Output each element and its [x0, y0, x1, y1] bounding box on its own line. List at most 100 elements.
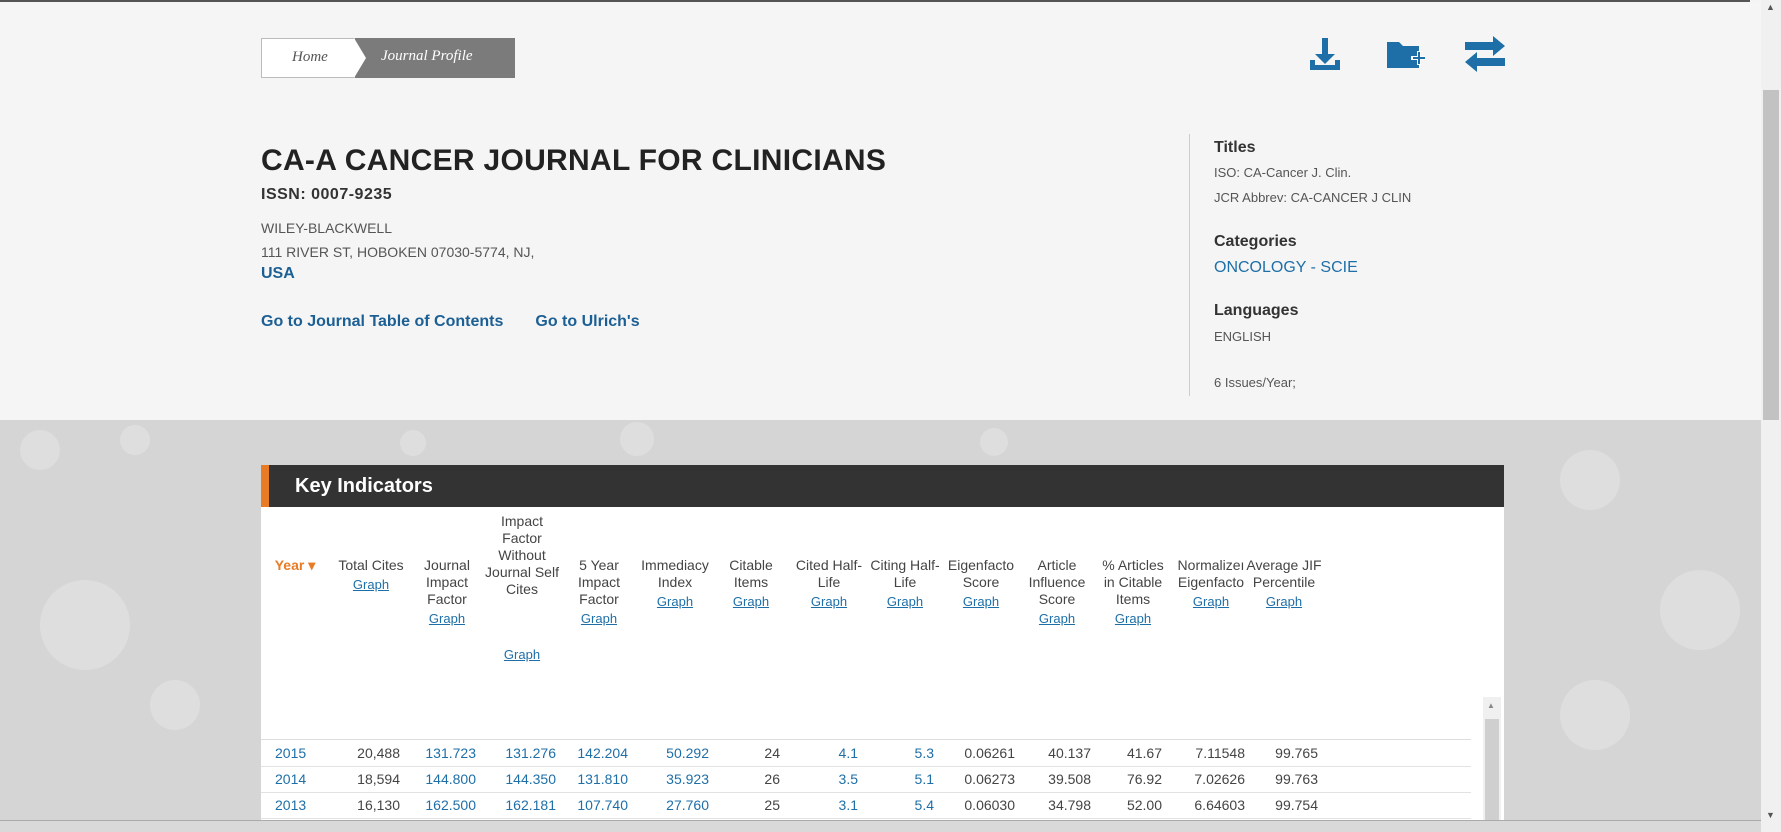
- table-cell: 0.06030: [964, 797, 1015, 813]
- column-header-label: Impact Factor Without Journal Self Cites: [485, 513, 559, 597]
- taskbar-strip: [0, 820, 1761, 832]
- journal-header-panel: Home Journal Profile CA-A CANCER JOURNAL…: [0, 2, 1761, 420]
- scroll-up-arrow-icon[interactable]: ▲: [1766, 2, 1775, 12]
- table-cell: 20,488: [357, 745, 400, 761]
- table-cell: 7.02626: [1194, 771, 1245, 787]
- toolbar: [1300, 36, 1510, 80]
- graph-link[interactable]: Graph: [941, 593, 1021, 610]
- table-cell[interactable]: 131.276: [476, 745, 556, 761]
- column-header-1: Total Cites Graph: [336, 557, 406, 593]
- table-cell: 39.508: [1048, 771, 1091, 787]
- table-cell: 34.798: [1048, 797, 1091, 813]
- graph-link[interactable]: Graph: [1098, 610, 1168, 627]
- table-cell: 52.00: [1126, 797, 1162, 813]
- table-cell[interactable]: 107.740: [548, 797, 628, 813]
- column-header-12: Normalizeı Eigenfacto Graph: [1171, 557, 1251, 610]
- table-cell[interactable]: 27.760: [629, 797, 709, 813]
- table-cell[interactable]: 5.4: [854, 797, 934, 813]
- table-cell[interactable]: 3.1: [778, 797, 858, 813]
- table-scroll-thumb[interactable]: [1485, 719, 1499, 832]
- header-separator: [261, 739, 1471, 740]
- table-cell[interactable]: 35.923: [629, 771, 709, 787]
- table-cell: 25: [764, 797, 780, 813]
- table-row: 2014 18,594 144.800 144.350 131.810 35.923 26 3…: [261, 767, 1471, 793]
- column-header-2: Journal Impact Factor Graph: [412, 557, 482, 627]
- table-cell[interactable]: 144.800: [396, 771, 476, 787]
- graph-link[interactable]: Graph: [1171, 593, 1251, 610]
- table-cell[interactable]: 4.1: [778, 745, 858, 761]
- table-cell: 16,130: [357, 797, 400, 813]
- table-scrollbar[interactable]: ▲: [1483, 697, 1501, 832]
- table-cell: 99.754: [1275, 797, 1318, 813]
- page-scrollbar[interactable]: ▲ ▼: [1761, 0, 1781, 832]
- categories-heading: Categories: [1214, 233, 1297, 250]
- column-header-7: Cited Half-Life Graph: [794, 557, 864, 610]
- journal-publisher: WILEY-BLACKWELL: [261, 220, 392, 236]
- table-cell: 26: [764, 771, 780, 787]
- scroll-up-icon[interactable]: ▲: [1487, 701, 1495, 710]
- table-cell[interactable]: 3.5: [778, 771, 858, 787]
- column-header-3: Impact Factor Without Journal Self Cites…: [482, 513, 562, 663]
- column-header-13: Average JIF Percentile Graph: [1244, 557, 1324, 610]
- graph-link[interactable]: Graph: [482, 646, 562, 663]
- column-header-9: Eigenfacto Score Graph: [941, 557, 1021, 610]
- column-header-label: Cited Half-Life: [795, 557, 863, 590]
- table-cell[interactable]: 5.1: [854, 771, 934, 787]
- column-header-4: 5 Year Impact Factor Graph: [564, 557, 634, 627]
- journal-title: CA-A CANCER JOURNAL FOR CLINICIANS: [261, 144, 887, 177]
- add-folder-icon[interactable]: [1380, 38, 1430, 78]
- column-header-10: Article Influence Score Graph: [1017, 557, 1097, 627]
- page-scroll-thumb[interactable]: [1763, 90, 1779, 420]
- table-cell: 99.763: [1275, 771, 1318, 787]
- table-cell[interactable]: 144.350: [476, 771, 556, 787]
- table-cell[interactable]: 131.723: [396, 745, 476, 761]
- column-header-label: Immediacy Index: [641, 557, 709, 590]
- column-header-label: Eigenfacto Score: [947, 557, 1015, 590]
- column-header-0[interactable]: Year ▾: [265, 557, 325, 574]
- journal-toc-link[interactable]: Go to Journal Table of Contents: [261, 313, 503, 331]
- side-divider: [1189, 134, 1190, 396]
- table-cell[interactable]: 162.500: [396, 797, 476, 813]
- table-cell[interactable]: 131.810: [548, 771, 628, 787]
- compare-icon[interactable]: [1460, 36, 1510, 80]
- column-header-label: Year ▾: [274, 557, 316, 573]
- column-header-label: Normalizeı Eigenfacto: [1177, 557, 1245, 590]
- graph-link[interactable]: Graph: [870, 593, 940, 610]
- table-cell[interactable]: 50.292: [629, 745, 709, 761]
- scroll-down-arrow-icon[interactable]: ▼: [1766, 810, 1775, 820]
- table-cell: 99.765: [1275, 745, 1318, 761]
- graph-link[interactable]: Graph: [1244, 593, 1324, 610]
- graph-link[interactable]: Graph: [716, 593, 786, 610]
- table-cell: 0.06261: [964, 745, 1015, 761]
- table-cell: 41.67: [1126, 745, 1162, 761]
- journal-links: Go to Journal Table of Contents Go to Ul…: [261, 313, 640, 331]
- ulrich-link[interactable]: Go to Ulrich's: [535, 313, 639, 331]
- table-cell: 76.92: [1126, 771, 1162, 787]
- category-link[interactable]: ONCOLOGY - SCIE: [1214, 259, 1358, 277]
- iso-title: ISO: CA-Cancer J. Clin.: [1214, 165, 1352, 180]
- key-indicators-panel: Key Indicators Year ▾ Total Cites Graph Jou…: [261, 465, 1504, 832]
- column-header-label: Citing Half-Life: [870, 557, 940, 590]
- column-header-8: Citing Half-Life Graph: [870, 557, 940, 610]
- table-cell[interactable]: 142.204: [548, 745, 628, 761]
- graph-link[interactable]: Graph: [412, 610, 482, 627]
- breadcrumb: Home Journal Profile: [261, 38, 515, 78]
- journal-address: 111 RIVER ST, HOBOKEN 07030-5774, NJ,: [261, 244, 535, 260]
- download-icon[interactable]: [1300, 36, 1350, 80]
- table-cell: 0.06273: [964, 771, 1015, 787]
- graph-link[interactable]: Graph: [564, 610, 634, 627]
- column-header-label: % Articles in Citable Items: [1102, 557, 1164, 607]
- graph-link[interactable]: Graph: [635, 593, 715, 610]
- table-cell[interactable]: 162.181: [476, 797, 556, 813]
- column-header-label: Citable Items: [729, 557, 773, 590]
- table-row: 2015 20,488 131.723 131.276 142.204 50.292 24 4…: [261, 741, 1471, 767]
- table-cell[interactable]: 5.3: [854, 745, 934, 761]
- graph-link[interactable]: Graph: [336, 576, 406, 593]
- breadcrumb-home[interactable]: Home: [261, 38, 355, 78]
- graph-link[interactable]: Graph: [794, 593, 864, 610]
- table-cell: 40.137: [1048, 745, 1091, 761]
- column-header-label: Journal Impact Factor: [424, 557, 470, 607]
- jcr-abbrev: JCR Abbrev: CA-CANCER J CLIN: [1214, 190, 1412, 205]
- column-header-5: Immediacy Index Graph: [635, 557, 715, 610]
- graph-link[interactable]: Graph: [1017, 610, 1097, 627]
